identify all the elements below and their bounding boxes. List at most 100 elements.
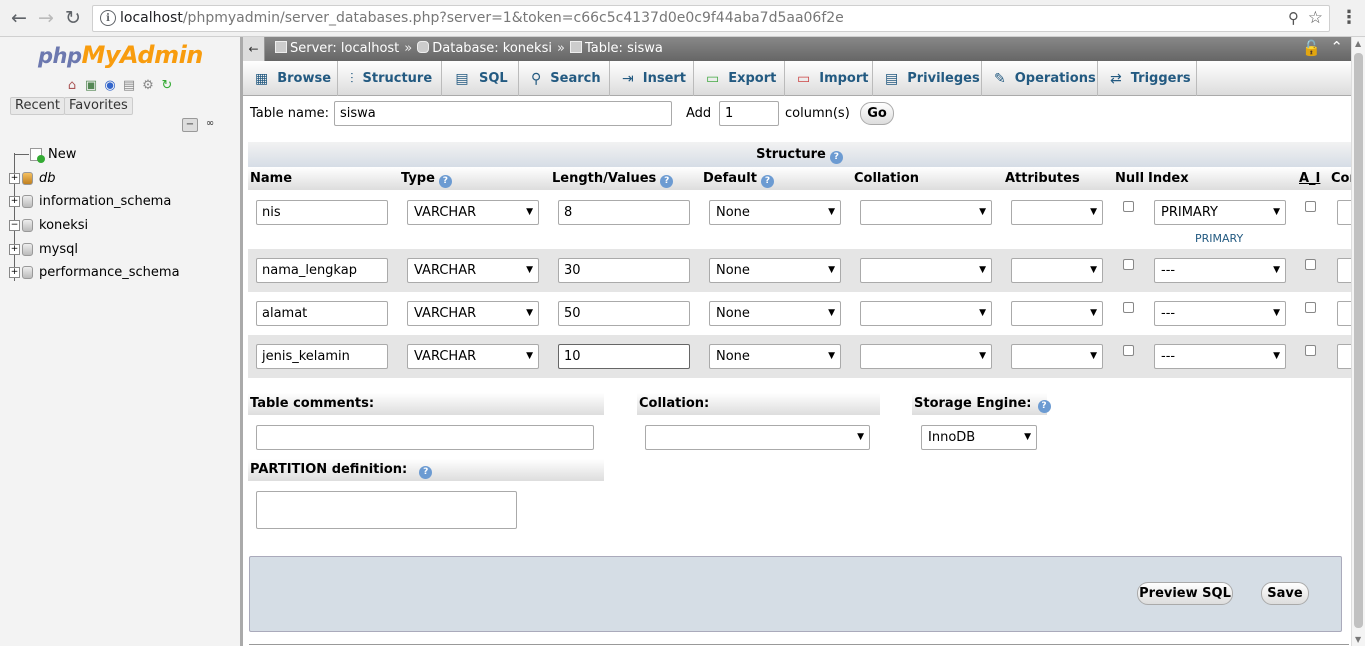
null-checkbox[interactable] (1123, 259, 1134, 270)
column-name-input[interactable]: alamat (256, 301, 388, 326)
page-scrollbar[interactable]: ▲ ▼ (1351, 37, 1365, 646)
null-checkbox[interactable] (1123, 345, 1134, 356)
tab-privileges[interactable]: ▤ Privileges (873, 61, 982, 96)
logout-icon[interactable]: ▣ (83, 77, 99, 93)
collation-select[interactable] (860, 301, 992, 326)
breadcrumb-database[interactable]: Database: koneksi (417, 41, 552, 56)
tab-operations[interactable]: ✎ Operations (982, 61, 1098, 96)
default-select[interactable]: None (709, 258, 841, 283)
docs-icon[interactable]: ▤ (121, 77, 137, 93)
index-select[interactable]: --- (1154, 301, 1286, 326)
attributes-select[interactable] (1011, 301, 1103, 326)
default-select[interactable]: None (709, 301, 841, 326)
scroll-down-icon[interactable]: ▼ (1355, 635, 1361, 644)
tab-structure[interactable]: ⫶ Structure (338, 61, 442, 96)
collation-select[interactable] (860, 200, 992, 225)
storage-engine-select[interactable]: InnoDB (921, 425, 1037, 450)
save-button[interactable]: Save (1261, 582, 1309, 605)
tree-item-information-schema[interactable]: + information_schema (9, 190, 171, 212)
auto-increment-checkbox[interactable] (1305, 259, 1316, 270)
type-select[interactable]: VARCHAR (407, 301, 539, 326)
favorites-button[interactable]: Favorites (64, 97, 133, 115)
reload-icon[interactable]: ↻ (62, 7, 84, 29)
lock-icon[interactable]: 🔓 (1302, 39, 1321, 57)
info-icon[interactable]: i (100, 10, 116, 26)
null-checkbox[interactable] (1123, 201, 1134, 212)
bookmark-star-icon[interactable]: ☆ (1308, 8, 1323, 28)
type-select[interactable]: VARCHAR (407, 200, 539, 225)
breadcrumb-server[interactable]: Server: localhost (275, 41, 399, 56)
tab-import[interactable]: ▭ Import (785, 61, 873, 96)
table-comments-input[interactable] (256, 425, 594, 450)
scroll-top-icon[interactable]: ⌃ (1330, 38, 1343, 56)
collation-select[interactable] (860, 258, 992, 283)
tab-browse[interactable]: ▦ Browse (243, 61, 338, 96)
length-input[interactable]: 8 (558, 200, 690, 225)
expand-icon[interactable]: + (9, 172, 20, 184)
default-select[interactable]: None (709, 200, 841, 225)
length-input[interactable]: 30 (558, 258, 690, 283)
tree-item-mysql[interactable]: + mysql (9, 238, 78, 260)
recent-button[interactable]: Recent (10, 97, 65, 115)
tree-item-koneksi[interactable]: − koneksi (9, 214, 88, 236)
scrollbar-thumb[interactable] (1354, 53, 1363, 628)
auto-increment-checkbox[interactable] (1305, 302, 1316, 313)
home-icon[interactable]: ⌂ (64, 77, 80, 93)
settings-gear-icon[interactable]: ⚙ (140, 77, 156, 93)
expand-icon[interactable]: + (9, 243, 20, 255)
tree-item-db[interactable]: + db (9, 167, 56, 189)
attributes-select[interactable] (1011, 258, 1103, 283)
help-icon[interactable]: ? (829, 151, 843, 164)
link-icon[interactable]: ∞ (202, 118, 218, 132)
scroll-up-icon[interactable]: ▲ (1355, 39, 1361, 48)
address-bar[interactable]: i localhost/phpmyadmin/server_databases.… (92, 5, 1330, 32)
type-select[interactable]: VARCHAR (407, 258, 539, 283)
expand-icon[interactable]: + (9, 195, 20, 207)
help-icon[interactable]: ? (1037, 400, 1051, 413)
go-button[interactable]: Go (860, 102, 894, 125)
add-columns-input[interactable]: 1 (719, 101, 779, 126)
column-name-input[interactable]: nis (256, 200, 388, 225)
index-select[interactable]: --- (1154, 258, 1286, 283)
collapse-icon[interactable]: − (9, 219, 20, 231)
type-select[interactable]: VARCHAR (407, 344, 539, 369)
column-name-input[interactable]: jenis_kelamin (256, 344, 388, 369)
length-input[interactable]: 50 (558, 301, 690, 326)
auto-increment-checkbox[interactable] (1305, 345, 1316, 356)
default-select[interactable]: None (709, 344, 841, 369)
attributes-select[interactable] (1011, 200, 1103, 225)
help-icon[interactable]: ? (438, 175, 452, 188)
hide-nav-arrow-icon[interactable]: ← (243, 37, 265, 61)
tab-export[interactable]: ▭ Export (694, 61, 785, 96)
collapse-all-icon[interactable]: − (182, 118, 198, 132)
tab-triggers[interactable]: ⇄ Triggers (1098, 61, 1197, 96)
help-icon[interactable]: ◉ (102, 77, 118, 93)
phpmyadmin-logo[interactable]: phpMyAdmin (38, 41, 203, 69)
table-name-input[interactable]: siswa (334, 101, 672, 126)
index-select[interactable]: PRIMARY (1154, 200, 1286, 225)
tab-insert[interactable]: ⇥ Insert (610, 61, 694, 96)
browser-menu-icon[interactable]: ⋮ (1340, 7, 1358, 28)
reload-nav-icon[interactable]: ↻ (159, 77, 175, 93)
auto-increment-checkbox[interactable] (1305, 201, 1316, 212)
index-select[interactable]: --- (1154, 344, 1286, 369)
partition-textarea[interactable] (256, 491, 517, 529)
tree-item-new[interactable]: New (15, 143, 76, 165)
panel-resize-handle[interactable] (240, 37, 243, 646)
column-name-input[interactable]: nama_lengkap (256, 258, 388, 283)
tree-item-performance-schema[interactable]: + performance_schema (9, 261, 180, 283)
help-icon[interactable]: ? (419, 466, 433, 479)
back-arrow-icon[interactable]: ← (8, 7, 30, 29)
table-collation-select[interactable] (645, 425, 870, 450)
null-checkbox[interactable] (1123, 302, 1134, 313)
expand-icon[interactable]: + (9, 266, 20, 278)
preview-sql-button[interactable]: Preview SQL (1137, 582, 1233, 605)
key-icon[interactable]: ⚲ (1288, 9, 1299, 27)
attributes-select[interactable] (1011, 344, 1103, 369)
tab-sql[interactable]: ▤ SQL (442, 61, 519, 96)
tab-search[interactable]: ⚲ Search (519, 61, 610, 96)
breadcrumb-table[interactable]: Table: siswa (569, 41, 663, 56)
forward-arrow-icon[interactable]: → (35, 7, 57, 29)
length-input[interactable]: 10 (558, 344, 690, 369)
help-icon[interactable]: ? (660, 175, 674, 188)
